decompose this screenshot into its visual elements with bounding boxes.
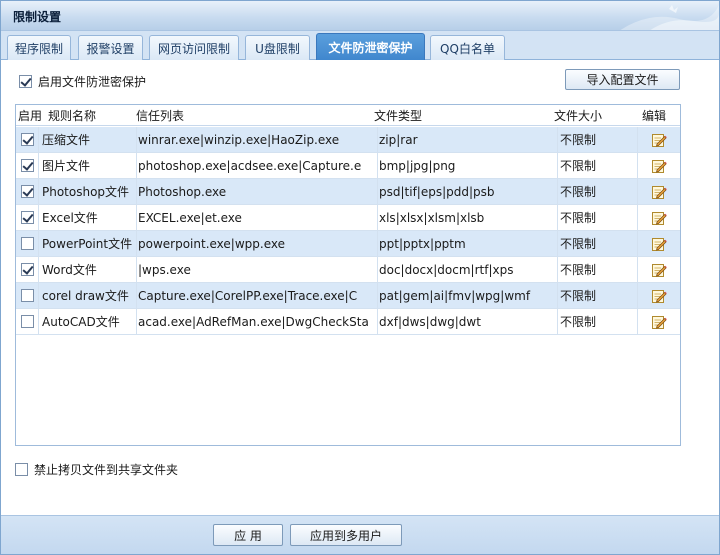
header-trust-list: 信任列表 xyxy=(136,108,185,123)
edit-pencil-icon[interactable] xyxy=(651,236,667,252)
row-trust-list: powerpoint.exe|wpp.exe xyxy=(136,231,377,256)
row-enable-checkbox[interactable] xyxy=(21,289,34,302)
share-restriction-checkbox[interactable] xyxy=(15,463,28,476)
import-config-button[interactable]: 导入配置文件 xyxy=(565,69,680,90)
table-row[interactable]: AutoCAD文件 acad.exe|AdRefMan.exe|DwgCheckS… xyxy=(16,309,680,335)
table-row[interactable]: corel draw文件 Capture.exe|CorelPP.exe|Trac… xyxy=(16,283,680,309)
edit-pencil-icon[interactable] xyxy=(651,288,667,304)
row-file-types: bmp|jpg|png xyxy=(377,153,557,178)
share-restriction-row[interactable]: 禁止拷贝文件到共享文件夹 xyxy=(15,461,178,478)
table-header: 启用 规则名称 信任列表 文件类型 文件大小 编辑 xyxy=(16,105,680,126)
apply-multi-user-button[interactable]: 应用到多用户 xyxy=(290,524,402,546)
window-title: 限制设置 xyxy=(13,10,62,24)
title-bar: 限制设置 xyxy=(1,1,719,31)
row-file-types: dxf|dws|dwg|dwt xyxy=(377,309,557,334)
row-enable-checkbox[interactable] xyxy=(21,159,34,172)
edit-pencil-icon[interactable] xyxy=(651,210,667,226)
enable-protection-checkbox[interactable] xyxy=(19,75,32,88)
row-rule-name: Excel文件 xyxy=(38,205,136,230)
row-file-size: 不限制 xyxy=(557,231,637,256)
footer-bar: 应 用 应用到多用户 xyxy=(1,515,719,554)
tab-alarm-settings[interactable]: 报警设置 xyxy=(78,35,143,60)
tab-web-access-restriction[interactable]: 网页访问限制 xyxy=(149,35,239,60)
share-restriction-label: 禁止拷贝文件到共享文件夹 xyxy=(34,463,179,477)
row-rule-name: 压缩文件 xyxy=(38,127,136,152)
row-trust-list: Photoshop.exe xyxy=(136,179,377,204)
row-rule-name: corel draw文件 xyxy=(38,283,136,308)
row-rule-name: PowerPoint文件 xyxy=(38,231,136,256)
row-file-types: psd|tif|eps|pdd|psb xyxy=(377,179,557,204)
table-row[interactable]: PowerPoint文件 powerpoint.exe|wpp.exe ppt|pp… xyxy=(16,231,680,257)
table-row[interactable]: 图片文件 photoshop.exe|acdsee.exe|Capture.e bm… xyxy=(16,153,680,179)
row-file-size: 不限制 xyxy=(557,309,637,334)
row-file-size: 不限制 xyxy=(557,179,637,204)
table-row[interactable]: Excel文件 EXCEL.exe|et.exe xls|xlsx|xlsm|xls… xyxy=(16,205,680,231)
edit-pencil-icon[interactable] xyxy=(651,184,667,200)
tab-file-leak-protection[interactable]: 文件防泄密保护 xyxy=(316,33,425,61)
row-enable-checkbox[interactable] xyxy=(21,237,34,250)
row-trust-list: acad.exe|AdRefMan.exe|DwgCheckSta xyxy=(136,309,377,334)
tab-content: 启用文件防泄密保护 导入配置文件 启用 规则名称 信任列表 文件类型 文件大小 … xyxy=(1,60,719,515)
tab-strip: 程序限制 报警设置 网页访问限制 U盘限制 文件防泄密保护 QQ白名单 xyxy=(1,31,719,61)
row-rule-name: AutoCAD文件 xyxy=(38,309,136,334)
row-trust-list: winrar.exe|winzip.exe|HaoZip.exe xyxy=(136,127,377,152)
row-enable-checkbox[interactable] xyxy=(21,211,34,224)
row-file-types: xls|xlsx|xlsm|xlsb xyxy=(377,205,557,230)
apply-button[interactable]: 应 用 xyxy=(213,524,283,546)
row-rule-name: Photoshop文件 xyxy=(38,179,136,204)
row-trust-list: photoshop.exe|acdsee.exe|Capture.e xyxy=(136,153,377,178)
row-file-types: pat|gem|ai|fmv|wpg|wmf xyxy=(377,283,557,308)
table-row[interactable]: 压缩文件 winrar.exe|winzip.exe|HaoZip.exe zip|… xyxy=(16,127,680,153)
row-rule-name: 图片文件 xyxy=(38,153,136,178)
header-enable: 启用 xyxy=(18,108,43,123)
titlebar-decoration-icon xyxy=(620,5,719,30)
row-enable-checkbox[interactable] xyxy=(21,315,34,328)
enable-protection-row[interactable]: 启用文件防泄密保护 xyxy=(19,73,146,90)
row-file-size: 不限制 xyxy=(557,153,637,178)
enable-protection-label: 启用文件防泄密保护 xyxy=(38,75,147,89)
restriction-settings-window: 限制设置 程序限制 报警设置 网页访问限制 U盘限制 文件防泄密保护 QQ白名单… xyxy=(0,0,720,555)
row-enable-checkbox[interactable] xyxy=(21,133,34,146)
edit-pencil-icon[interactable] xyxy=(651,262,667,278)
row-enable-checkbox[interactable] xyxy=(21,185,34,198)
row-file-types: zip|rar xyxy=(377,127,557,152)
header-file-size: 文件大小 xyxy=(554,108,603,123)
table-row[interactable]: Photoshop文件 Photoshop.exe psd|tif|eps|pdd|… xyxy=(16,179,680,205)
row-file-types: doc|docx|docm|rtf|xps xyxy=(377,257,557,282)
header-edit: 编辑 xyxy=(642,108,667,123)
rules-table: 启用 规则名称 信任列表 文件类型 文件大小 编辑 压缩文件 winrar.exe… xyxy=(15,104,681,446)
header-rule-name: 规则名称 xyxy=(48,108,97,123)
row-file-size: 不限制 xyxy=(557,257,637,282)
row-trust-list: EXCEL.exe|et.exe xyxy=(136,205,377,230)
row-enable-checkbox[interactable] xyxy=(21,263,34,276)
row-file-size: 不限制 xyxy=(557,127,637,152)
edit-pencil-icon[interactable] xyxy=(651,132,667,148)
row-trust-list: Capture.exe|CorelPP.exe|Trace.exe|C xyxy=(136,283,377,308)
row-file-size: 不限制 xyxy=(557,283,637,308)
header-file-types: 文件类型 xyxy=(374,108,423,123)
edit-pencil-icon[interactable] xyxy=(651,158,667,174)
tab-qq-whitelist[interactable]: QQ白名单 xyxy=(430,35,505,60)
table-row[interactable]: Word文件 |wps.exe doc|docx|docm|rtf|xps 不限制 xyxy=(16,257,680,283)
tab-program-restriction[interactable]: 程序限制 xyxy=(7,35,71,60)
edit-pencil-icon[interactable] xyxy=(651,314,667,330)
row-rule-name: Word文件 xyxy=(38,257,136,282)
row-file-types: ppt|pptx|pptm xyxy=(377,231,557,256)
row-file-size: 不限制 xyxy=(557,205,637,230)
tab-usb-restriction[interactable]: U盘限制 xyxy=(245,35,310,60)
row-trust-list: |wps.exe xyxy=(136,257,377,282)
